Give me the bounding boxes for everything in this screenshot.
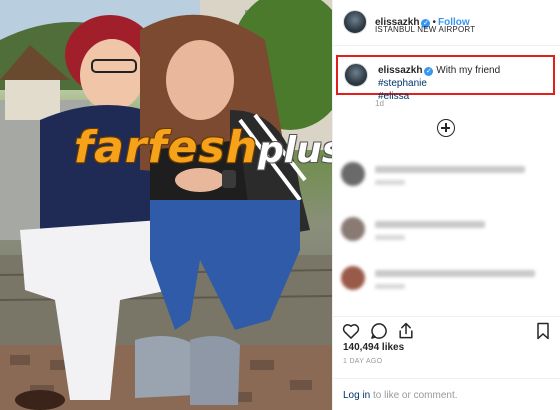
- likes-count[interactable]: 140,494 likes: [343, 342, 404, 353]
- caption-avatar[interactable]: [344, 63, 368, 87]
- comment-avatar[interactable]: [341, 162, 365, 186]
- plus-circle-icon[interactable]: [437, 119, 455, 137]
- comment-text-blurred: [375, 270, 535, 277]
- photo-illustration: [0, 0, 332, 410]
- caption-time-ago: 1d: [375, 99, 384, 108]
- comment-item: [341, 264, 551, 304]
- location-link[interactable]: ISTANBUL NEW AIRPORT: [375, 25, 475, 34]
- login-prompt: Log in to like or comment.: [343, 390, 458, 401]
- watermark-main-text: farfesh: [74, 122, 259, 173]
- avatar[interactable]: [343, 10, 367, 34]
- post-side-panel: elissazkh ✓ • Follow ISTANBUL NEW AIRPORT e…: [332, 0, 560, 410]
- watermark: farfeshplus.com: [74, 122, 332, 173]
- caption-username-link[interactable]: elissazkh: [378, 65, 422, 76]
- caption-highlight-box: elissazkh ✓ With my friend #stephanie #eli…: [336, 55, 555, 102]
- comment-meta-blurred: [375, 235, 405, 240]
- share-icon[interactable]: [396, 321, 416, 341]
- post-timestamp: 1 DAY AGO: [343, 358, 383, 365]
- login-bar: Log in to like or comment.: [333, 378, 560, 410]
- hashtag-stephanie[interactable]: #stephanie: [378, 78, 427, 89]
- comment-avatar[interactable]: [341, 217, 365, 241]
- post-actions-bar: [333, 316, 560, 340]
- login-link[interactable]: Log in: [343, 390, 370, 401]
- comment-bubble-icon[interactable]: [369, 321, 389, 341]
- comment-meta-blurred: [375, 180, 405, 185]
- comment-text-blurred: [375, 221, 485, 228]
- caption: elissazkh ✓ With my friend #stephanie #eli…: [378, 64, 550, 103]
- login-suffix-text: to like or comment.: [370, 390, 458, 401]
- bookmark-icon[interactable]: [533, 321, 553, 341]
- caption-text: With my friend: [433, 65, 501, 76]
- comment-text-blurred: [375, 166, 525, 173]
- comment-avatar[interactable]: [341, 266, 365, 290]
- post-photo[interactable]: farfeshplus.com: [0, 0, 332, 410]
- comment-meta-blurred: [375, 284, 405, 289]
- comment-item: [341, 160, 551, 200]
- watermark-domain-text: plus.com: [258, 130, 332, 171]
- heart-icon[interactable]: [341, 321, 361, 341]
- comment-item: [341, 215, 551, 255]
- post-header: elissazkh ✓ • Follow ISTANBUL NEW AIRPORT: [333, 0, 560, 46]
